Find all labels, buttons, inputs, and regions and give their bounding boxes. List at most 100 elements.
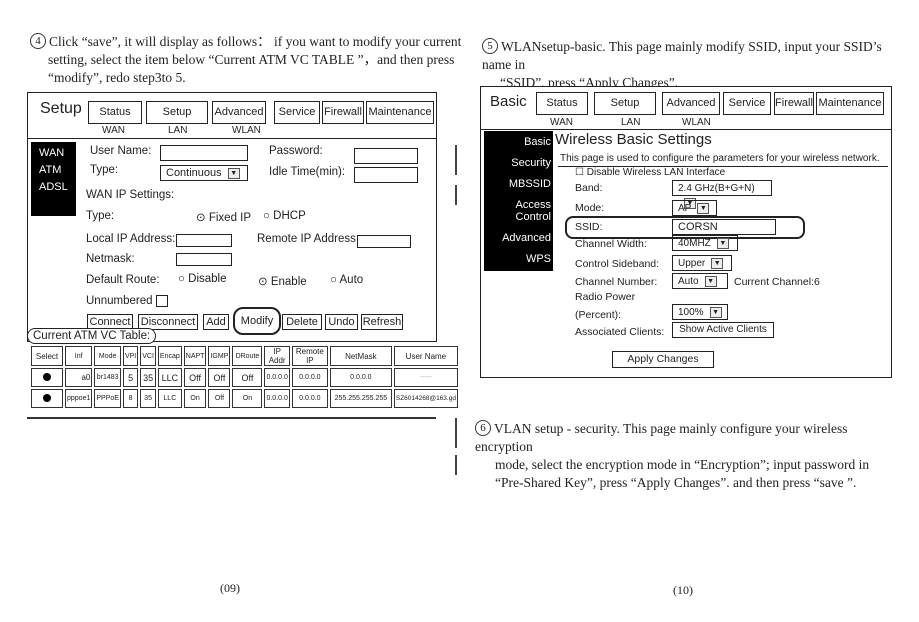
disable-radio[interactable]: ○ Disable [178, 273, 227, 285]
subnav-wlan[interactable]: WLAN [682, 117, 711, 128]
cell-droute: On [232, 389, 263, 408]
cell-remote-ip: 0.0.0.0 [291, 389, 328, 408]
cell-encap: LLC [157, 368, 182, 387]
show-active-clients-button[interactable]: Show Active Clients [672, 322, 774, 338]
nav-service[interactable]: Service [274, 101, 320, 124]
subnav-lan[interactable]: LAN [168, 125, 187, 136]
idle-time-input[interactable] [354, 167, 418, 183]
type-value: Continuous [166, 167, 222, 179]
col-ip-addr: IP Addr [264, 346, 290, 366]
page-number-right: (10) [673, 583, 693, 597]
subnav-wlan[interactable]: WLAN [232, 125, 261, 136]
panel-title: Basic [490, 93, 527, 110]
col-vci: VCI [140, 346, 156, 366]
sidebar-item-wps[interactable]: WPS [484, 244, 553, 265]
mode-label: Mode: [575, 202, 605, 214]
col-inf: Inf [65, 346, 93, 366]
auto-label: Auto [339, 274, 364, 286]
channel-number-select[interactable]: Auto ▼ [672, 273, 728, 289]
band-select[interactable]: 2.4 GHz(B+G+N)▼ [672, 180, 772, 209]
refresh-button[interactable]: Refresh [361, 314, 403, 330]
sidebar-item-atm[interactable]: ATM [31, 159, 76, 176]
user-name-input[interactable] [160, 145, 248, 161]
disable-wlan-checkbox[interactable]: ☐ Disable Wireless LAN Interface [575, 167, 725, 178]
auto-radio[interactable]: ○ Auto [330, 274, 363, 286]
nav-status[interactable]: Status [536, 92, 588, 115]
nav-maintenance[interactable]: Maintenance [816, 92, 884, 115]
nav-setup[interactable]: Setup [146, 101, 208, 124]
sidebar-item-adsl[interactable]: ADSL [31, 176, 76, 193]
control-sideband-label: Control Sideband: [575, 258, 660, 270]
local-ip-input[interactable] [176, 234, 232, 247]
cell-mode: br1483 [94, 368, 121, 387]
cell-inf: a0 [65, 368, 93, 387]
step-number: 4 [30, 33, 46, 49]
nav-firewall[interactable]: Firewall [322, 101, 364, 124]
fixed-ip-radio[interactable]: ⊙ Fixed IP [196, 210, 251, 224]
subnav-wan[interactable]: WAN [550, 117, 573, 128]
page-number-left: (09) [220, 581, 240, 595]
divider [481, 129, 891, 130]
dropdown-arrow-icon: ▼ [716, 237, 729, 249]
step5-instructions: 5 WLANsetup-basic. This page mainly modif… [482, 38, 902, 92]
unnumbered-text: Unnumbered [86, 295, 153, 308]
wan-ip-settings-heading: WAN IP Settings: [86, 189, 175, 201]
nav-firewall[interactable]: Firewall [774, 92, 814, 115]
undo-button[interactable]: Undo [325, 314, 358, 330]
radio-dot-icon [43, 393, 51, 402]
enable-label: Enable [270, 276, 307, 288]
subnav-wan[interactable]: WAN [102, 125, 125, 136]
channel-width-select[interactable]: 40MHZ ▼ [672, 235, 738, 251]
col-select: Select [31, 346, 63, 366]
table-row[interactable]: pppoe1 PPPoE 8 35 LLC On Off On 0.0.0.0 … [31, 389, 458, 408]
dhcp-radio[interactable]: ○ DHCP [263, 210, 306, 222]
subnav-lan[interactable]: LAN [621, 117, 640, 128]
sidebar-item-basic[interactable]: Basic [484, 131, 553, 148]
nav-maintenance[interactable]: Maintenance [366, 101, 434, 124]
select-radio[interactable] [31, 389, 63, 408]
sidebar-item-wan[interactable]: WAN [31, 142, 76, 159]
netmask-input[interactable] [176, 253, 232, 266]
nav-service[interactable]: Service [723, 92, 771, 115]
modify-button[interactable]: Modify [233, 307, 281, 335]
cell-vci: 35 [140, 389, 156, 408]
radio-icon: ○ [263, 210, 270, 222]
enable-radio[interactable]: ⊙ Enable [258, 274, 307, 288]
ssid-input[interactable]: CORSN [672, 219, 776, 235]
remote-ip-input[interactable] [357, 235, 411, 248]
col-napt: NAPT [183, 346, 207, 366]
password-input[interactable] [354, 148, 418, 164]
instruction-line: Click “save”, it will display as follows… [49, 34, 462, 49]
radio-selected-icon: ⊙ [196, 212, 206, 224]
nav-advanced[interactable]: Advanced [212, 101, 266, 124]
local-ip-label: Local IP Address: [86, 233, 176, 245]
nav-status[interactable]: Status [88, 101, 142, 124]
sidebar-item-security[interactable]: Security [484, 148, 553, 169]
control-sideband-select[interactable]: Upper ▼ [672, 255, 732, 271]
step6-instructions: 6 VLAN setup - security. This page mainly… [475, 420, 905, 492]
apply-changes-button[interactable]: Apply Changes [612, 351, 714, 368]
unnumbered-checkbox[interactable] [155, 295, 168, 307]
add-button[interactable]: Add [203, 314, 229, 330]
sidebar-item-access-control[interactable]: Access Control [484, 190, 553, 223]
sidebar-item-advanced[interactable]: Advanced [484, 223, 553, 244]
select-radio[interactable] [31, 368, 63, 387]
mode-select[interactable]: AP ▼ [672, 200, 717, 216]
nav-advanced[interactable]: Advanced [662, 92, 720, 115]
table-bottom-border [27, 417, 436, 419]
radio-power-label: Radio Power [575, 291, 636, 303]
sidebar-item-mbssid[interactable]: MBSSID [484, 169, 553, 190]
cell-user-name: SZ6014268@163.gd [393, 389, 458, 408]
type-select[interactable]: Continuous ▼ [160, 165, 248, 181]
dropdown-arrow-icon: ▼ [704, 275, 717, 287]
col-encap: Encap [157, 346, 182, 366]
atm-table-title: Current ATM VC Table: [27, 328, 157, 344]
delete-button[interactable]: Delete [282, 314, 322, 330]
step-number: 6 [475, 420, 491, 436]
table-row[interactable]: a0 br1483 5 35 LLC Off Off Off 0.0.0.0 0… [31, 368, 458, 387]
radio-power-select[interactable]: 100% ▼ [672, 304, 728, 320]
instruction-line: “modify”, redo step3to 5. [48, 70, 186, 85]
nav-setup[interactable]: Setup [594, 92, 656, 115]
col-user-name: User Name [393, 346, 458, 366]
step4-instructions: 4 Click “save”, it will display as follow… [30, 33, 461, 87]
